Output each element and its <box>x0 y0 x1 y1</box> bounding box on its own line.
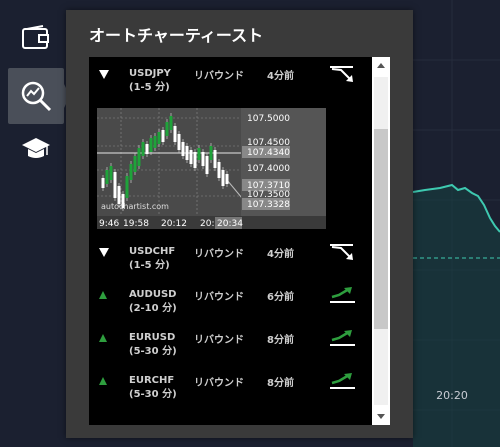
time-ago: 4分前 <box>267 249 294 260</box>
candle-body <box>141 142 145 156</box>
candle-body <box>225 174 229 184</box>
signal-row-usdjpy[interactable]: USDJPY (1-5 分) リバウンド 4分前 <box>89 62 372 106</box>
candle-body <box>169 116 173 130</box>
candle-body <box>101 178 105 188</box>
candle-body <box>189 150 193 164</box>
price-label: 107.4000 <box>247 164 290 174</box>
downtrend-icon <box>330 244 353 260</box>
signal-list[interactable]: USDJPY (1-5 分) リバウンド 4分前 107.5000 107.45… <box>89 57 372 425</box>
scroll-up-icon[interactable] <box>377 63 385 68</box>
pattern-label: リバウンド <box>194 292 244 303</box>
panel-title: オートチャーティースト <box>89 26 264 45</box>
analysis-button[interactable] <box>8 68 70 124</box>
uptrend-icon <box>330 330 355 346</box>
down-arrow-icon <box>99 248 109 257</box>
pattern-label: リバウンド <box>194 378 244 389</box>
candle-body <box>125 176 129 198</box>
price-label: 107.3328 <box>247 200 290 210</box>
time-ago: 8分前 <box>267 335 294 346</box>
candle-body <box>129 164 133 180</box>
time-label: 20:12 <box>161 219 187 229</box>
mini-chart[interactable]: 107.5000 107.4500 107.4340 107.4000 107.… <box>97 108 326 229</box>
candle-body <box>209 146 213 160</box>
education-icon <box>22 138 50 158</box>
education-button[interactable] <box>8 124 64 174</box>
downtrend-icon <box>330 66 353 82</box>
candle-body <box>145 144 149 154</box>
time-ago: 4分前 <box>267 71 294 82</box>
candle-body <box>109 166 113 180</box>
pattern-label: リバウンド <box>194 71 244 82</box>
up-arrow-icon <box>99 377 107 385</box>
candle-body <box>205 156 209 174</box>
candle-body <box>181 142 185 156</box>
signal-row-eurusd[interactable]: EURUSD (5-30 分) リバウンド 8分前 <box>89 326 372 370</box>
candle-body <box>165 122 169 136</box>
candle-body <box>197 148 201 160</box>
wallet-button[interactable] <box>8 10 64 66</box>
price-label: 107.5000 <box>247 114 290 124</box>
candle-body <box>173 126 177 142</box>
forecast-line <box>226 179 243 199</box>
up-arrow-icon <box>99 291 107 299</box>
wallet-icon <box>22 25 49 49</box>
candle-body <box>217 162 221 178</box>
pair-name: EURUSD (5-30 分) <box>129 332 177 357</box>
signal-row-eurchf[interactable]: EURCHF (5-30 分) リバウンド 8分前 <box>89 369 372 413</box>
candle-body <box>153 136 157 148</box>
signal-row-audusd[interactable]: AUDUSD (2-10 分) リバウンド 6分前 <box>89 283 372 327</box>
candle-body <box>137 148 141 166</box>
pair-name: USDCHF (1-5 分) <box>129 246 176 271</box>
candle-body <box>221 170 225 186</box>
candle-body <box>193 152 197 168</box>
candle-body <box>149 138 153 152</box>
candle-body <box>177 134 181 150</box>
pattern-label: リバウンド <box>194 249 244 260</box>
watermark: autochartist.com <box>101 202 169 211</box>
down-arrow-icon <box>99 70 109 79</box>
time-label: 9:46 <box>99 219 119 229</box>
time-label: 19:58 <box>123 219 149 229</box>
up-arrow-icon <box>99 334 107 342</box>
scroll-down-icon[interactable] <box>377 414 385 419</box>
candle-body <box>157 132 161 144</box>
candle-body <box>185 146 189 160</box>
uptrend-icon <box>330 287 355 303</box>
background-time-label: 20:20 <box>436 389 468 402</box>
time-label: 20: <box>200 219 214 229</box>
pair-name: USDJPY (1-5 分) <box>129 68 171 93</box>
background-area-fill <box>413 185 500 447</box>
pattern-label: リバウンド <box>194 335 244 346</box>
signal-row-usdchf[interactable]: USDCHF (1-5 分) リバウンド 4分前 <box>89 240 372 284</box>
candle-body <box>105 170 109 184</box>
time-label-current: 20:34 <box>217 219 243 229</box>
sidebar <box>0 0 70 447</box>
candles <box>101 113 229 211</box>
candle-body <box>133 156 137 172</box>
uptrend-icon <box>330 373 355 389</box>
list-scrollbar[interactable] <box>372 57 390 425</box>
candle-body <box>161 130 165 142</box>
pair-name: AUDUSD (2-10 分) <box>129 289 177 314</box>
time-ago: 6分前 <box>267 292 294 303</box>
candle-body <box>113 172 117 198</box>
autochartist-panel: オートチャーティースト USDJPY (1-5 分) リバウンド 4分前 107… <box>66 10 413 438</box>
scroll-thumb[interactable] <box>374 129 388 329</box>
candle-body <box>201 152 205 166</box>
price-label-current: 107.4340 <box>247 148 290 158</box>
pair-name: EURCHF (5-30 分) <box>129 375 177 400</box>
time-ago: 8分前 <box>267 378 294 389</box>
candle-body <box>213 150 217 168</box>
analysis-icon <box>21 81 52 112</box>
